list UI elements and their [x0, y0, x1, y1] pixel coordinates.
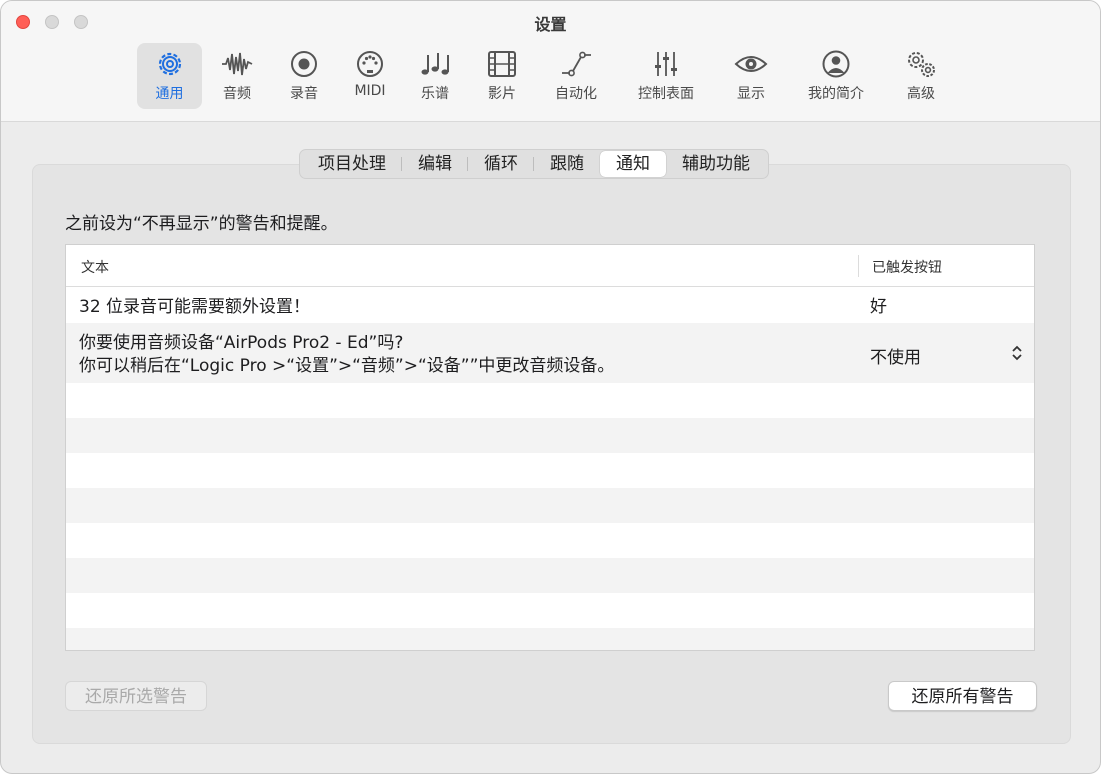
row-text: 32 位录音可能需要额外设置！ [79, 297, 311, 317]
empty-row-stripe [66, 628, 1034, 650]
toolbar-midi[interactable]: MIDI [340, 43, 400, 109]
table-row[interactable]: 你要使用音频设备“AirPods Pro2 - Ed”吗? 你可以稍后在“Log… [66, 323, 1034, 383]
toolbar-audio-label: 音频 [223, 86, 251, 102]
faders-icon [655, 52, 677, 76]
restore-all-alerts-button[interactable]: 还原所有警告 [888, 681, 1037, 711]
toolbar-movie-label: 影片 [488, 86, 516, 102]
section-description: 之前设为“不再显示”的警告和提醒。 [65, 214, 338, 234]
settings-window: 设置 通用 音频 录音 MIDI 乐谱 影片 自动化 控制表面 显示 我的简介 … [0, 0, 1101, 774]
window-title: 设置 [534, 15, 567, 34]
tab-project-handling[interactable]: 项目处理 [302, 151, 402, 177]
toolbar-audio[interactable]: 音频 [207, 43, 267, 109]
column-header-text[interactable]: 文本 [81, 257, 109, 277]
alerts-table: 文本 已触发按钮 32 位录音可能需要额外设置！ 好 你要使用音频设备“AirP… [65, 244, 1035, 651]
toolbar-display[interactable]: 显示 [722, 43, 780, 109]
toolbar-automation[interactable]: 自动化 [544, 43, 608, 109]
tab-cycle[interactable]: 循环 [468, 151, 534, 177]
toolbar-my-info[interactable]: 我的简介 [798, 43, 874, 109]
settings-tabs: 项目处理 编辑 循环 跟随 通知 辅助功能 [299, 149, 769, 179]
row-text-line2: 你可以稍后在“Logic Pro >“设置”>“音频”>“设备””中更改音频设备… [79, 356, 615, 376]
tab-catch[interactable]: 跟随 [534, 151, 600, 177]
title-bar: 设置 通用 音频 录音 MIDI 乐谱 影片 自动化 控制表面 显示 我的简介 … [1, 1, 1100, 122]
toolbar-advanced[interactable]: 高级 [892, 43, 950, 109]
table-row[interactable]: 32 位录音可能需要额外设置！ 好 [66, 287, 1034, 323]
tab-accessibility[interactable]: 辅助功能 [666, 151, 766, 177]
empty-row-stripe [66, 418, 1034, 453]
toolbar-midi-label: MIDI [354, 83, 386, 99]
tab-notifications[interactable]: 通知 [600, 151, 666, 177]
row-triggered-button-popup[interactable]: 不使用 [870, 343, 921, 368]
gears-icon [908, 52, 935, 77]
toolbar-recording[interactable]: 录音 [274, 43, 334, 109]
toolbar-my-info-label: 我的简介 [808, 86, 864, 102]
column-divider [858, 255, 859, 277]
toolbar-control-surfaces-label: 控制表面 [638, 86, 694, 102]
empty-row-stripe [66, 558, 1034, 593]
toolbar-display-label: 显示 [737, 86, 765, 102]
restore-selected-alerts-button[interactable]: 还原所选警告 [65, 681, 207, 711]
toolbar-control-surfaces[interactable]: 控制表面 [628, 43, 704, 109]
toolbar-general[interactable]: 通用 [137, 43, 202, 109]
empty-row-stripe [66, 488, 1034, 523]
row-triggered-button: 好 [870, 297, 887, 317]
row-text-line1: 你要使用音频设备“AirPods Pro2 - Ed”吗? [79, 333, 404, 353]
film-strip-icon [488, 51, 516, 77]
waveform-icon [222, 52, 253, 76]
toolbar-general-label: 通用 [155, 86, 184, 102]
gear-icon [158, 52, 181, 76]
toolbar-movie[interactable]: 影片 [472, 43, 532, 109]
toolbar-automation-label: 自动化 [555, 86, 597, 102]
toolbar-advanced-label: 高级 [907, 86, 935, 102]
tab-editing[interactable]: 编辑 [402, 151, 468, 177]
automation-curve-icon [562, 51, 591, 77]
record-icon [291, 51, 317, 77]
column-header-triggered-button[interactable]: 已触发按钮 [872, 257, 942, 277]
toolbar-score[interactable]: 乐谱 [405, 43, 465, 109]
person-icon [822, 50, 850, 78]
toolbar-recording-label: 录音 [290, 86, 318, 102]
toolbar-score-label: 乐谱 [421, 86, 449, 102]
popup-stepper-icon[interactable] [1010, 343, 1024, 363]
eye-icon [734, 56, 768, 72]
midi-port-icon [357, 51, 383, 77]
music-notes-icon [421, 53, 449, 75]
table-header: 文本 已触发按钮 [66, 245, 1034, 287]
